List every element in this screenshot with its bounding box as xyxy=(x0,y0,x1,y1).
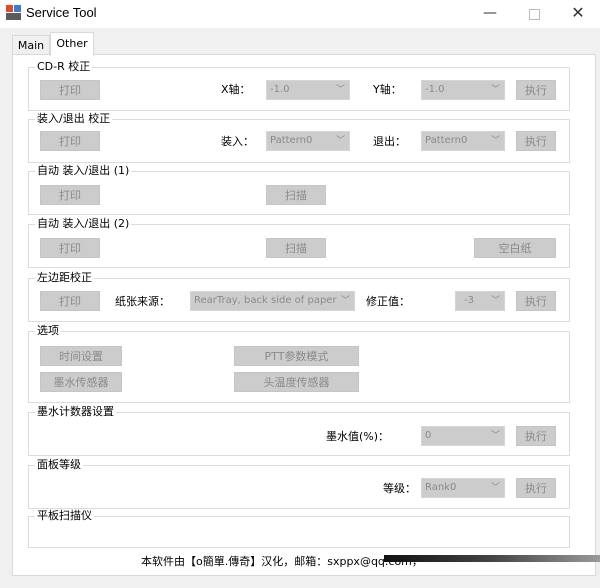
paper-source-label: 纸张来源： xyxy=(115,295,170,308)
auto1-scan-button[interactable]: 扫描 xyxy=(266,185,326,205)
maximize-button[interactable] xyxy=(512,0,556,28)
x-axis-select[interactable]: -1.0 ﹀ xyxy=(266,80,350,100)
footer-credit-text: 本软件由【o簡單.傳奇】汉化，邮箱：sxppx@qq.com， xyxy=(141,555,423,568)
y-axis-select[interactable]: -1.0 ﹀ xyxy=(421,80,505,100)
load-eject-execute-button[interactable]: 执行 xyxy=(516,131,556,151)
auto2-print-button[interactable]: 打印 xyxy=(40,238,100,258)
load-eject-print-button[interactable]: 打印 xyxy=(40,131,100,151)
time-settings-button[interactable]: 时间设置 xyxy=(40,346,122,366)
auto1-print-button[interactable]: 打印 xyxy=(40,185,100,205)
paper-source-select[interactable]: RearTray, back side of paper ﹀ xyxy=(190,291,355,311)
tab-other[interactable]: Other xyxy=(50,32,94,56)
ink-value-select[interactable]: 0 ﹀ xyxy=(421,426,505,446)
chevron-down-icon: ﹀ xyxy=(490,136,500,146)
ink-sensor-button[interactable]: 墨水传感器 xyxy=(40,372,122,392)
ink-value-label: 墨水值(%)： xyxy=(326,430,390,443)
eject-label: 退出： xyxy=(373,135,406,148)
group-title: CD-R 校正 xyxy=(35,60,93,74)
left-margin-print-button[interactable]: 打印 xyxy=(40,291,100,311)
chevron-down-icon: ﹀ xyxy=(335,85,345,95)
chevron-down-icon: ﹀ xyxy=(490,431,500,441)
auto2-blank-paper-button[interactable]: 空白纸 xyxy=(474,238,556,258)
panel-level-execute-button[interactable]: 执行 xyxy=(516,478,556,498)
cdr-print-button[interactable]: 打印 xyxy=(40,80,100,100)
load-select[interactable]: Pattern0 ﹀ xyxy=(266,131,350,151)
group-title: 面板等级 xyxy=(35,458,83,472)
close-icon: ✕ xyxy=(571,3,585,22)
group-title: 选项 xyxy=(35,324,61,338)
group-title: 左边距校正 xyxy=(35,271,94,285)
correction-value-select[interactable]: -3 ﹀ xyxy=(455,291,505,311)
group-title: 自动 装入/退出 (2) xyxy=(35,217,132,231)
head-temperature-sensor-button[interactable]: 头温度传感器 xyxy=(234,372,359,392)
level-select[interactable]: Rank0 ﹀ xyxy=(421,478,505,498)
chevron-down-icon: ﹀ xyxy=(490,85,500,95)
eject-select[interactable]: Pattern0 ﹀ xyxy=(421,131,505,151)
chevron-down-icon: ﹀ xyxy=(340,296,350,306)
x-axis-label: X轴： xyxy=(221,83,251,96)
level-label: 等级： xyxy=(383,482,416,495)
footer-gradient-bar xyxy=(384,555,600,562)
chevron-down-icon: ﹀ xyxy=(490,296,500,306)
left-margin-execute-button[interactable]: 执行 xyxy=(516,291,556,311)
group-flatbed-scanner: 平板扫描仪 xyxy=(28,509,570,548)
minimize-button[interactable]: — xyxy=(468,0,512,28)
ink-counter-execute-button[interactable]: 执行 xyxy=(516,426,556,446)
close-button[interactable]: ✕ xyxy=(556,0,600,28)
window-title: Service Tool xyxy=(26,5,97,20)
group-title: 墨水计数器设置 xyxy=(35,405,116,419)
group-title: 自动 装入/退出 (1) xyxy=(35,164,132,178)
group-title: 平板扫描仪 xyxy=(35,509,94,523)
chevron-down-icon: ﹀ xyxy=(490,483,500,493)
maximize-icon xyxy=(528,9,540,20)
correction-value-label: 修正值： xyxy=(366,295,410,308)
minimize-icon: — xyxy=(483,5,497,21)
load-label: 装入： xyxy=(221,135,254,148)
tab-main[interactable]: Main xyxy=(12,35,50,56)
title-bar: Service Tool — ✕ xyxy=(0,0,600,28)
ptt-mode-button[interactable]: PTT参数模式 xyxy=(234,346,359,366)
auto2-scan-button[interactable]: 扫描 xyxy=(266,238,326,258)
y-axis-label: Y轴： xyxy=(373,83,402,96)
app-icon xyxy=(6,5,22,21)
cdr-execute-button[interactable]: 执行 xyxy=(516,80,556,100)
group-title: 装入/退出 校正 xyxy=(35,112,113,126)
chevron-down-icon: ﹀ xyxy=(335,136,345,146)
